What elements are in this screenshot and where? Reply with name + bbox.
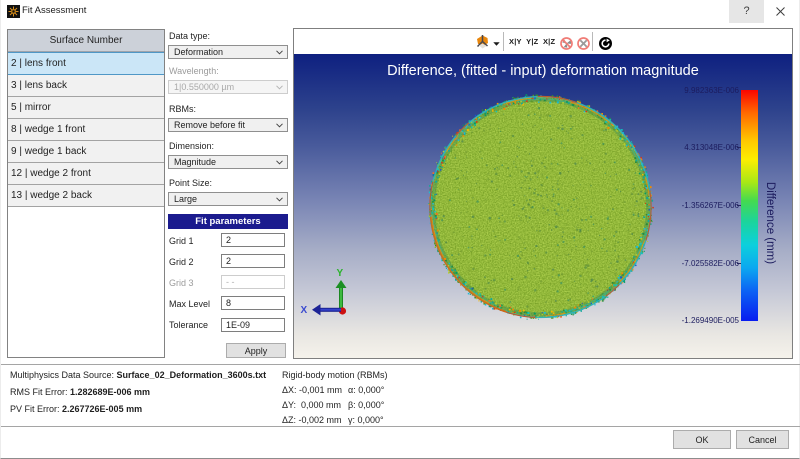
svg-text:9.982363E-006: 9.982363E-006 xyxy=(684,86,739,95)
svg-text:Difference, (fitted - input) d: Difference, (fitted - input) deformation… xyxy=(387,63,699,79)
svg-text:-1.356267E-006: -1.356267E-006 xyxy=(682,201,740,210)
svg-text:4.313048E-006: 4.313048E-006 xyxy=(684,143,739,152)
svg-text:X: X xyxy=(301,305,308,316)
svg-text:Difference (mm): Difference (mm) xyxy=(764,182,776,264)
svg-text:-1.269490E-005: -1.269490E-005 xyxy=(682,316,740,325)
svg-text:Y: Y xyxy=(337,268,344,279)
svg-text:-7.025582E-006: -7.025582E-006 xyxy=(682,259,740,268)
